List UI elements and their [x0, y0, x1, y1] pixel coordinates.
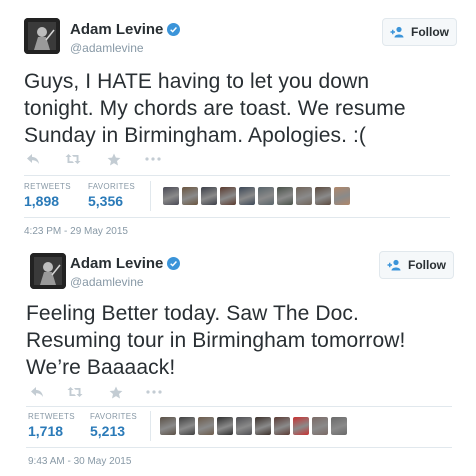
- verified-badge-icon: [167, 257, 181, 270]
- follow-button[interactable]: Follow: [382, 18, 457, 46]
- reply-action[interactable]: [28, 384, 46, 400]
- retweets-count[interactable]: 1,718: [28, 423, 63, 439]
- favoriter-avatar[interactable]: [163, 187, 179, 205]
- more-dots-icon: [146, 390, 162, 394]
- favoriter-avatar[interactable]: [331, 417, 347, 435]
- avatar[interactable]: [24, 18, 60, 54]
- favoriters-list: [163, 187, 350, 205]
- favoriter-avatar[interactable]: [217, 417, 233, 435]
- stats-divider: [150, 181, 151, 211]
- retweets-label[interactable]: RETWEETS: [28, 412, 75, 421]
- tweet-actions: [28, 384, 168, 400]
- tweet-timestamp[interactable]: 9:43 AM - 30 May 2015: [28, 456, 131, 467]
- retweet-icon: [67, 387, 83, 397]
- favorite-action[interactable]: [107, 384, 125, 400]
- divider: [26, 447, 452, 448]
- divider: [24, 175, 450, 176]
- tweet-timestamp[interactable]: 4:23 PM - 29 May 2015: [24, 226, 128, 237]
- retweets-label[interactable]: RETWEETS: [24, 182, 71, 191]
- divider: [26, 406, 452, 407]
- divider: [24, 217, 450, 218]
- author-name[interactable]: Adam Levine: [70, 255, 181, 272]
- favoriter-avatar[interactable]: [258, 187, 274, 205]
- favoriter-avatar[interactable]: [293, 417, 309, 435]
- favoriter-avatar[interactable]: [236, 417, 252, 435]
- favorites-count[interactable]: 5,356: [88, 193, 123, 209]
- favoriter-avatar[interactable]: [334, 187, 350, 205]
- more-dots-icon: [145, 157, 161, 161]
- favoriter-avatar[interactable]: [296, 187, 312, 205]
- favoriter-avatar[interactable]: [255, 417, 271, 435]
- author-handle[interactable]: @adamlevine: [70, 41, 144, 55]
- favoriters-list: [160, 417, 347, 435]
- favoriter-avatar[interactable]: [198, 417, 214, 435]
- tweet-text: Feeling Better today. Saw The Doc. Resum…: [26, 302, 406, 379]
- author-name-text[interactable]: Adam Levine: [70, 255, 163, 272]
- favorites-label[interactable]: FAVORITES: [90, 412, 137, 421]
- favorites-label[interactable]: FAVORITES: [88, 182, 135, 191]
- add-user-icon: [387, 259, 401, 271]
- favoriter-avatar[interactable]: [160, 417, 176, 435]
- follow-label: Follow: [408, 258, 446, 272]
- retweet-icon: [65, 154, 81, 164]
- author-name-text[interactable]: Adam Levine: [70, 21, 163, 38]
- favoriter-avatar[interactable]: [239, 187, 255, 205]
- tweet-1: Adam Levine @adamlevine Follow Guys, I H…: [0, 0, 476, 245]
- author-name[interactable]: Adam Levine: [70, 21, 181, 38]
- favoriter-avatar[interactable]: [312, 417, 328, 435]
- favorite-action[interactable]: [105, 151, 123, 167]
- favorites-count[interactable]: 5,213: [90, 423, 125, 439]
- more-action[interactable]: [145, 384, 163, 400]
- tweet-2: Adam Levine @adamlevine Follow Feeling B…: [0, 245, 476, 476]
- favoriter-avatar[interactable]: [179, 417, 195, 435]
- avatar[interactable]: [30, 253, 66, 289]
- follow-label: Follow: [411, 25, 449, 39]
- star-icon: [107, 153, 121, 165]
- favoriter-avatar[interactable]: [201, 187, 217, 205]
- stats-divider: [150, 411, 151, 441]
- reply-icon: [27, 154, 39, 164]
- reply-action[interactable]: [24, 151, 42, 167]
- verified-badge-icon: [167, 23, 181, 36]
- retweets-count[interactable]: 1,898: [24, 193, 59, 209]
- favoriter-avatar[interactable]: [220, 187, 236, 205]
- retweet-action[interactable]: [64, 151, 82, 167]
- reply-icon: [31, 387, 43, 397]
- favoriter-avatar[interactable]: [277, 187, 293, 205]
- favoriter-avatar[interactable]: [315, 187, 331, 205]
- tweet-text: Guys, I HATE having to let you down toni…: [24, 70, 406, 147]
- more-action[interactable]: [144, 151, 162, 167]
- follow-button[interactable]: Follow: [379, 251, 454, 279]
- favoriter-avatar[interactable]: [274, 417, 290, 435]
- favoriter-avatar[interactable]: [182, 187, 198, 205]
- author-handle[interactable]: @adamlevine: [70, 275, 144, 289]
- tweet-actions: [24, 151, 164, 167]
- retweet-action[interactable]: [66, 384, 84, 400]
- star-icon: [109, 386, 123, 398]
- add-user-icon: [390, 26, 404, 38]
